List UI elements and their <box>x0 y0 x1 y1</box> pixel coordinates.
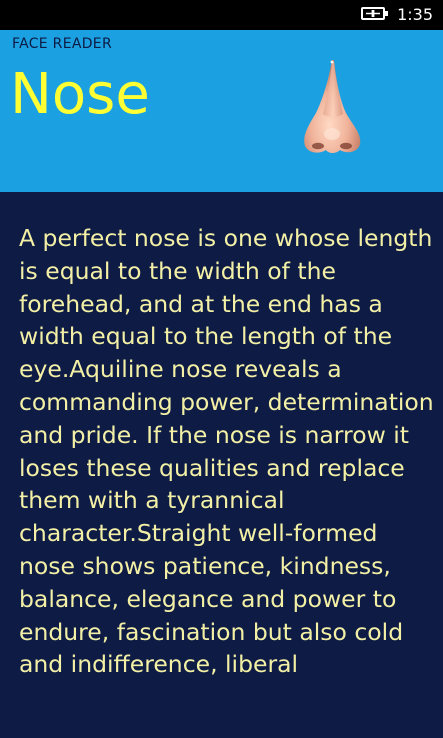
nose-icon <box>304 60 361 153</box>
status-bar: 1:35 <box>0 0 443 30</box>
status-time: 1:35 <box>397 5 433 24</box>
page-header: FACE READER Nose <box>0 30 443 192</box>
page-title: Nose <box>10 62 150 127</box>
content-area: A perfect nose is one whose length is eq… <box>0 192 443 738</box>
plug-icon <box>366 10 380 17</box>
battery-charging-icon <box>361 7 388 20</box>
nose-description: A perfect nose is one whose length is eq… <box>19 224 434 679</box>
app-title: FACE READER <box>12 36 112 52</box>
